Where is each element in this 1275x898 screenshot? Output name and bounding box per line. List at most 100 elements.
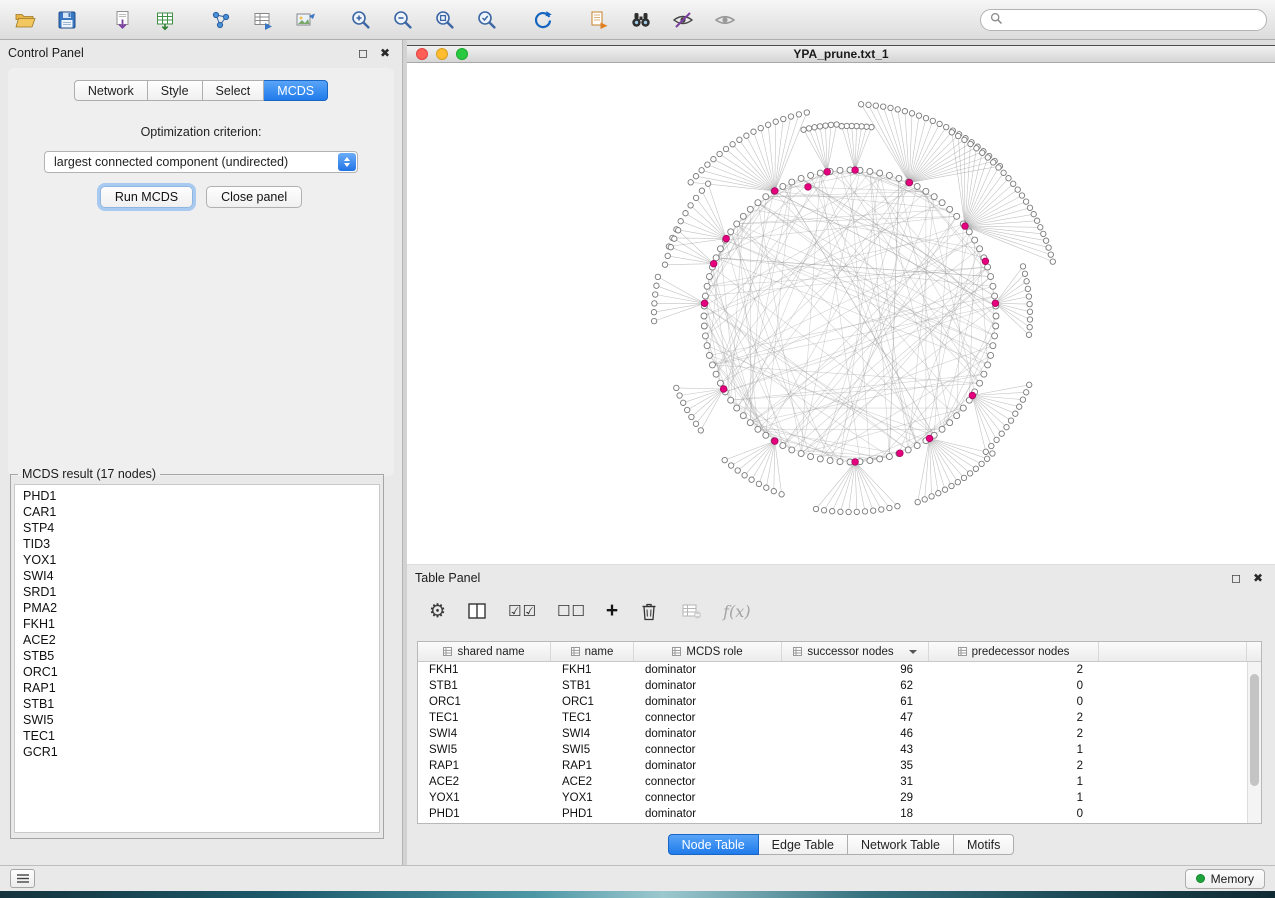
table-row[interactable]: SWI5 SWI5 connector 43 1 <box>418 742 1247 758</box>
zoom-out-button[interactable] <box>386 5 420 35</box>
column-header-filler <box>1099 642 1247 661</box>
export-image-button[interactable] <box>288 5 322 35</box>
mcds-result-item[interactable]: SWI5 <box>23 712 379 728</box>
table-row[interactable]: ORC1 ORC1 dominator 61 0 <box>418 694 1247 710</box>
close-panel-icon[interactable]: ✖ <box>380 47 390 59</box>
import-table-button[interactable] <box>148 5 182 35</box>
table-row[interactable]: SWI4 SWI4 dominator 46 2 <box>418 726 1247 742</box>
tab-style[interactable]: Style <box>148 80 203 101</box>
desktop-wallpaper-strip <box>0 891 1275 898</box>
close-table-panel-icon[interactable]: ✖ <box>1253 572 1263 584</box>
status-menu-button[interactable] <box>10 869 35 888</box>
network-graph[interactable] <box>407 63 1275 564</box>
mcds-result-item[interactable]: GCR1 <box>23 744 379 760</box>
search-box[interactable] <box>980 9 1267 31</box>
column-grid-icon <box>443 647 452 656</box>
control-panel-header: Control Panel ◻ ✖ <box>0 40 402 62</box>
mcds-result-item[interactable]: CAR1 <box>23 504 379 520</box>
zoom-out-icon <box>392 9 414 31</box>
zoom-group <box>344 5 504 35</box>
column-header-name[interactable]: name <box>551 642 634 661</box>
mcds-result-item[interactable]: FKH1 <box>23 616 379 632</box>
table-scrollbar[interactable] <box>1247 662 1261 823</box>
mcds-result-item[interactable]: YOX1 <box>23 552 379 568</box>
zoom-fit-button[interactable] <box>428 5 462 35</box>
mcds-result-item[interactable]: PHD1 <box>23 488 379 504</box>
table-row[interactable]: PHD1 PHD1 dominator 18 0 <box>418 806 1247 822</box>
mcds-result-item[interactable]: RAP1 <box>23 680 379 696</box>
find-button[interactable] <box>624 5 658 35</box>
close-panel-button[interactable]: Close panel <box>206 186 302 208</box>
tab-select[interactable]: Select <box>203 80 265 101</box>
clone-network-button[interactable] <box>582 5 616 35</box>
zoom-in-button[interactable] <box>344 5 378 35</box>
table-row[interactable]: ACE2 ACE2 connector 31 1 <box>418 774 1247 790</box>
mcds-result-item[interactable]: SRD1 <box>23 584 379 600</box>
save-session-button[interactable] <box>50 5 84 35</box>
column-grid-icon <box>672 647 681 656</box>
save-floppy-icon <box>56 9 78 31</box>
tab-node-table[interactable]: Node Table <box>668 834 759 855</box>
memory-button[interactable]: Memory <box>1185 869 1265 889</box>
table-row[interactable]: YOX1 YOX1 connector 29 1 <box>418 790 1247 806</box>
tab-edge-table[interactable]: Edge Table <box>759 834 848 855</box>
table-export-icon <box>252 9 274 31</box>
mcds-result-item[interactable]: SWI4 <box>23 568 379 584</box>
maximize-window-icon[interactable] <box>456 48 468 60</box>
mcds-result-item[interactable]: STP4 <box>23 520 379 536</box>
import-network-button[interactable] <box>106 5 140 35</box>
table-toolbar: ⚙ ☑☑ ☐☐ + f(x) <box>417 591 1265 631</box>
open-session-button[interactable] <box>8 5 42 35</box>
unselect-all-icon[interactable]: ☐☐ <box>557 598 586 624</box>
zoom-selected-button[interactable] <box>470 5 504 35</box>
table-row[interactable]: TEC1 TEC1 connector 47 2 <box>418 710 1247 726</box>
mcds-result-item[interactable]: TID3 <box>23 536 379 552</box>
show-all-button[interactable] <box>708 5 742 35</box>
mcds-result-item[interactable]: STB1 <box>23 696 379 712</box>
mcds-result-item[interactable]: STB5 <box>23 648 379 664</box>
mcds-panel-body: Network Style Select MCDS Optimization c… <box>8 68 394 476</box>
mcds-result-item[interactable]: ACE2 <box>23 632 379 648</box>
float-table-panel-icon[interactable]: ◻ <box>1231 572 1241 584</box>
mcds-result-list[interactable]: PHD1 CAR1 STP4 TID3 YOX1 SWI4 SRD1 PMA2 … <box>14 484 380 833</box>
select-all-icon[interactable]: ☑☑ <box>508 598 537 624</box>
column-header-successor-nodes[interactable]: successor nodes <box>782 642 929 661</box>
network-canvas[interactable] <box>407 63 1275 564</box>
table-row[interactable]: STB1 STB1 dominator 62 0 <box>418 678 1247 694</box>
new-network-button[interactable] <box>204 5 238 35</box>
export-table-button[interactable] <box>246 5 280 35</box>
delete-column-icon[interactable] <box>638 598 660 624</box>
refresh-view-button[interactable] <box>526 5 560 35</box>
mcds-result-group: MCDS result (17 nodes) PHD1 CAR1 STP4 TI… <box>10 467 384 839</box>
main-toolbar <box>0 0 1275 40</box>
tab-network[interactable]: Network <box>74 80 148 101</box>
criterion-dropdown[interactable]: largest connected component (undirected) <box>44 151 358 173</box>
control-panel-tabs: Network Style Select MCDS <box>8 68 394 101</box>
tab-mcds[interactable]: MCDS <box>264 80 328 101</box>
column-header-mcds-role[interactable]: MCDS role <box>634 642 782 661</box>
column-header-predecessor-nodes[interactable]: predecessor nodes <box>929 642 1099 661</box>
tab-network-table[interactable]: Network Table <box>848 834 954 855</box>
column-view-icon[interactable] <box>466 598 488 624</box>
hide-selected-button[interactable] <box>666 5 700 35</box>
tab-motifs[interactable]: Motifs <box>954 834 1014 855</box>
minimize-window-icon[interactable] <box>436 48 448 60</box>
column-header-shared-name[interactable]: shared name <box>418 642 551 661</box>
table-settings-gear-icon[interactable]: ⚙ <box>429 598 446 624</box>
add-column-icon[interactable]: + <box>606 598 618 624</box>
run-mcds-button[interactable]: Run MCDS <box>100 186 193 208</box>
float-panel-icon[interactable]: ◻ <box>358 47 368 59</box>
table-row[interactable]: RAP1 RAP1 dominator 35 2 <box>418 758 1247 774</box>
image-export-icon <box>294 9 316 31</box>
mcds-result-item[interactable]: ORC1 <box>23 664 379 680</box>
mcds-result-item[interactable]: TEC1 <box>23 728 379 744</box>
table-scrollbar-thumb[interactable] <box>1250 674 1259 786</box>
import-network-icon <box>112 9 134 31</box>
table-row[interactable]: FKH1 FKH1 dominator 96 2 <box>418 662 1247 678</box>
network-window: YPA_prune.txt_1 <box>407 45 1275 565</box>
search-input[interactable] <box>1009 13 1257 27</box>
mcds-result-item[interactable]: PMA2 <box>23 600 379 616</box>
sort-chevron-icon[interactable] <box>909 650 917 654</box>
close-window-icon[interactable] <box>416 48 428 60</box>
network-window-titlebar[interactable]: YPA_prune.txt_1 <box>407 45 1275 63</box>
